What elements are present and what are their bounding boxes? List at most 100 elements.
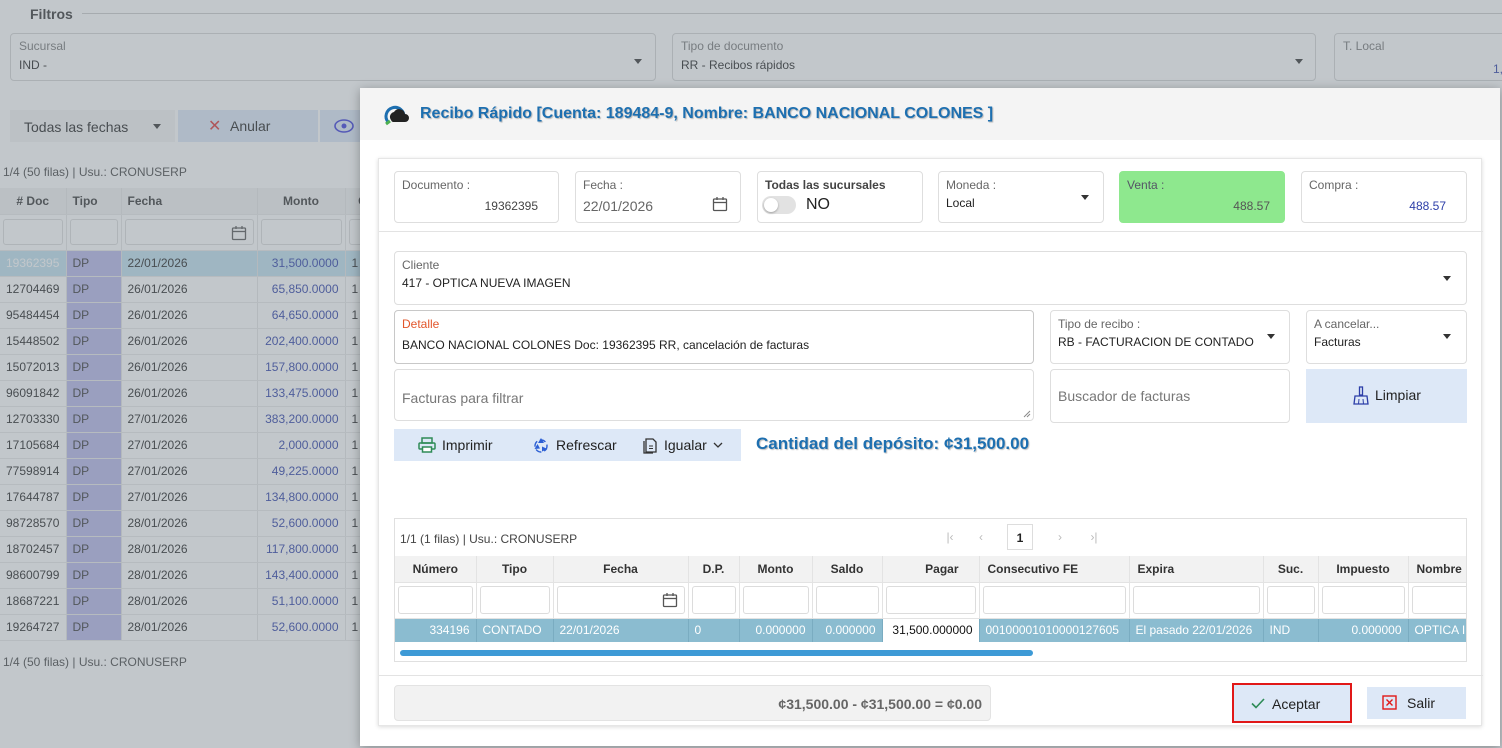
table-row[interactable]: 334196 CONTADO 22/01/2026 0 0.000000 0.0…: [395, 618, 1466, 642]
salir-button[interactable]: Salir: [1367, 687, 1466, 719]
column-filter-input[interactable]: [815, 586, 879, 614]
column-header[interactable]: Número: [395, 556, 477, 583]
refrescar-button[interactable]: Refrescar: [532, 429, 617, 461]
column-filter-input[interactable]: [398, 586, 473, 614]
documento-label: Documento :: [402, 178, 471, 192]
cliente-label: Cliente: [402, 258, 440, 272]
compra-label: Compra :: [1309, 178, 1359, 192]
deposit-amount: Cantidad del depósito: ¢31,500.00: [756, 434, 1030, 453]
documento-field[interactable]: Documento : 19362395: [394, 171, 559, 223]
column-filter-input[interactable]: [742, 586, 809, 614]
resize-handle-icon[interactable]: [1023, 410, 1031, 418]
venta-field: Venta : 488.57: [1119, 171, 1285, 223]
facturas-filter-textarea[interactable]: Facturas para filtrar: [394, 369, 1034, 421]
aceptar-button[interactable]: Aceptar: [1232, 683, 1352, 723]
todas-sucursales-label: Todas las sucursales: [765, 178, 886, 192]
cell-pagar[interactable]: 31,500.000000: [882, 618, 980, 642]
filter-cell: [882, 582, 980, 619]
fecha-label: Fecha :: [583, 178, 624, 192]
column-header[interactable]: Saldo: [812, 556, 883, 583]
column-filter-input[interactable]: [1132, 586, 1260, 614]
footer-divider: [379, 675, 1483, 676]
toggle-knob: [764, 198, 778, 212]
column-filter-input[interactable]: [691, 586, 736, 614]
first-page-button[interactable]: |‹: [937, 524, 963, 550]
limpiar-label: Limpiar: [1375, 387, 1421, 403]
next-page-button[interactable]: ›: [1047, 524, 1073, 550]
dialog-title: Recibo Rápido [Cuenta: 189484-9, Nombre:…: [420, 105, 994, 122]
printer-icon: [418, 437, 436, 453]
documento-value: 19362395: [484, 199, 538, 213]
horizontal-scrollbar[interactable]: [400, 650, 1033, 656]
todas-sucursales-toggle[interactable]: [762, 196, 796, 214]
imprimir-label: Imprimir: [442, 437, 493, 453]
igualar-dropdown-button[interactable]: Igualar: [642, 429, 723, 461]
cell-tipo: CONTADO: [476, 618, 554, 642]
limpiar-button[interactable]: Limpiar: [1306, 369, 1467, 423]
column-header[interactable]: Pagar: [882, 556, 980, 583]
cell-consecutivo: 00100001010000127605: [979, 618, 1130, 642]
filter-cell: [553, 582, 689, 619]
close-box-icon: [1382, 695, 1397, 710]
tipo-recibo-value: RB - FACTURACION DE CONTADO: [1058, 335, 1254, 349]
cell-fecha: 22/01/2026: [553, 618, 689, 642]
column-filter-input[interactable]: [1321, 586, 1405, 614]
column-header[interactable]: Consecutivo FE: [979, 556, 1130, 583]
current-page[interactable]: 1: [1007, 524, 1033, 550]
column-header[interactable]: D.P.: [688, 556, 740, 583]
venta-value: 488.57: [1233, 199, 1270, 213]
prev-page-button[interactable]: ‹: [968, 524, 994, 550]
fecha-field[interactable]: Fecha : 22/01/2026: [575, 171, 741, 223]
column-header[interactable]: Nombre: [1408, 556, 1466, 583]
filter-cell: [739, 582, 813, 619]
column-header[interactable]: Fecha: [553, 556, 689, 583]
filter-cell: [1408, 582, 1466, 619]
column-filter-input[interactable]: [982, 586, 1126, 614]
recibo-rapido-dialog: Recibo Rápido [Cuenta: 189484-9, Nombre:…: [360, 88, 1500, 746]
filter-cell: [979, 582, 1130, 619]
calendar-icon[interactable]: [662, 592, 678, 608]
igualar-label: Igualar: [664, 437, 707, 453]
moneda-label: Moneda :: [946, 178, 997, 192]
action-toolbar: Imprimir Refrescar Igualar: [394, 429, 741, 461]
facturas-grid: 1/1 (1 filas) | Usu.: CRONUSERP |‹ ‹ 1 ›…: [394, 518, 1467, 662]
tipo-recibo-label: Tipo de recibo :: [1058, 317, 1141, 331]
cliente-select[interactable]: Cliente 417 - OPTICA NUEVA IMAGEN: [394, 251, 1467, 305]
a-cancelar-label: A cancelar...: [1314, 317, 1380, 331]
buscador-facturas-input[interactable]: Buscador de facturas: [1050, 369, 1290, 423]
facturas-table: Número Tipo Fecha D.P. Monto Saldo Pagar Consec…: [395, 556, 1466, 642]
column-filter-input[interactable]: [556, 586, 685, 614]
column-header[interactable]: Tipo: [476, 556, 554, 583]
moneda-select[interactable]: Moneda : Local: [938, 171, 1104, 223]
salir-label: Salir: [1407, 695, 1436, 711]
column-header[interactable]: Impuesto: [1318, 556, 1409, 583]
aceptar-label: Aceptar: [1272, 696, 1321, 712]
facturas-placeholder: Facturas para filtrar: [402, 390, 524, 406]
a-cancelar-select[interactable]: A cancelar... Facturas: [1306, 310, 1467, 364]
column-header[interactable]: Expira: [1129, 556, 1264, 583]
todas-sucursales-field: Todas las sucursales NO: [757, 171, 923, 223]
column-filter-input[interactable]: [1411, 586, 1466, 614]
filter-cell: [395, 582, 477, 619]
column-filter-input[interactable]: [1266, 586, 1315, 614]
filter-cell: [688, 582, 740, 619]
detalle-input[interactable]: Detalle BANCO NACIONAL COLONES Doc: 1936…: [394, 310, 1034, 364]
cliente-value: 417 - OPTICA NUEVA IMAGEN: [402, 276, 571, 290]
calendar-icon[interactable]: [712, 196, 728, 212]
imprimir-button[interactable]: Imprimir: [418, 429, 493, 461]
column-filter-input[interactable]: [885, 586, 976, 614]
broom-icon: [1353, 386, 1369, 405]
recycle-icon: [534, 438, 548, 453]
refrescar-label: Refrescar: [556, 437, 617, 453]
cell-expira: El pasado 22/01/2026: [1129, 618, 1264, 642]
tipo-recibo-select[interactable]: Tipo de recibo : RB - FACTURACION DE CON…: [1050, 310, 1290, 364]
column-filter-input[interactable]: [479, 586, 550, 614]
check-icon: [1251, 698, 1265, 709]
column-header[interactable]: Suc.: [1263, 556, 1319, 583]
buscador-placeholder: Buscador de facturas: [1058, 388, 1191, 404]
table-header-row: Número Tipo Fecha D.P. Monto Saldo Pagar Consec…: [395, 556, 1466, 583]
column-header[interactable]: Monto: [739, 556, 813, 583]
last-page-button[interactable]: ›|: [1081, 524, 1107, 550]
fecha-value: 22/01/2026: [583, 198, 654, 214]
cell-dp: 0: [688, 618, 740, 642]
